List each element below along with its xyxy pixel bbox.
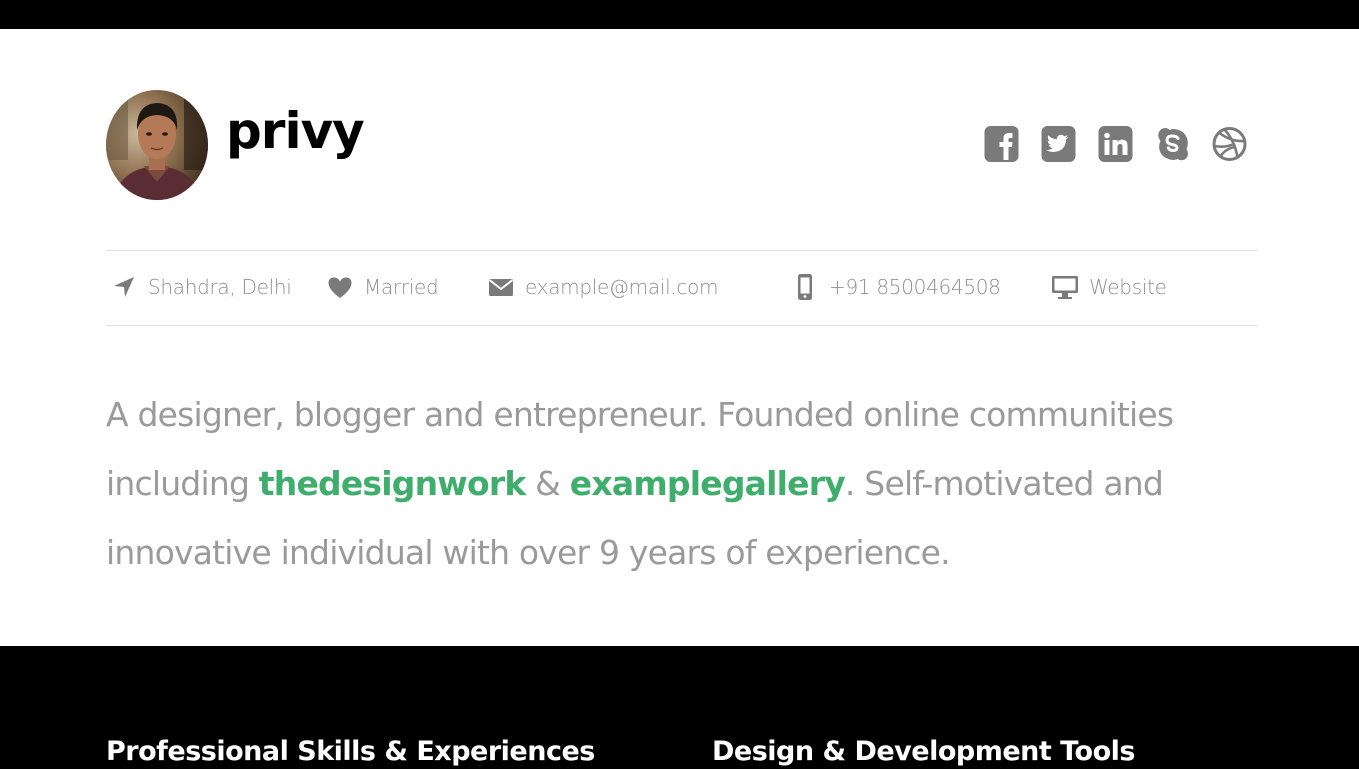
avatar: [106, 90, 208, 200]
envelope-icon: [488, 279, 514, 296]
profile-header: privy: [106, 90, 1258, 202]
linkedin-icon[interactable]: [1097, 124, 1134, 164]
dribbble-icon[interactable]: [1211, 124, 1248, 164]
heart-icon: [328, 277, 352, 298]
thedesignwork-link[interactable]: thedesignwork: [259, 464, 527, 503]
email-item[interactable]: example@mail.com: [487, 273, 719, 301]
email-link[interactable]: example@mail.com: [525, 275, 719, 299]
profile-name: privy: [226, 102, 365, 160]
phone-text: +91 8500464508: [829, 275, 1001, 299]
facebook-icon[interactable]: [983, 124, 1020, 164]
top-bar: [0, 0, 1359, 29]
website-link[interactable]: Website: [1089, 275, 1167, 299]
social-links: [983, 124, 1248, 164]
examplegallery-link[interactable]: examplegallery: [570, 464, 846, 503]
mobile-phone-icon: [798, 274, 812, 300]
divider-bottom: [106, 325, 1258, 326]
skype-icon[interactable]: [1154, 124, 1191, 164]
status-item: Married: [326, 273, 439, 301]
location-text: Shahdra, Delhi: [148, 275, 292, 299]
location-arrow-icon: [114, 277, 134, 297]
location-item: Shahdra, Delhi: [110, 273, 292, 301]
desktop-monitor-icon: [1052, 276, 1078, 299]
contact-info-bar: Shahdra, Delhi Married example@mail.com …: [106, 250, 1258, 325]
design-tools-heading: Design & Development Tools: [712, 736, 1135, 767]
bio-ampersand: &: [525, 464, 570, 503]
phone-item: +91 8500464508: [791, 273, 1001, 301]
twitter-icon[interactable]: [1040, 124, 1077, 164]
professional-skills-heading: Professional Skills & Experiences: [106, 736, 595, 767]
status-text: Married: [364, 275, 439, 299]
website-item[interactable]: Website: [1051, 273, 1167, 301]
avatar-photo: [106, 90, 208, 200]
bio-paragraph: A designer, blogger and entrepreneur. Fo…: [106, 380, 1226, 587]
